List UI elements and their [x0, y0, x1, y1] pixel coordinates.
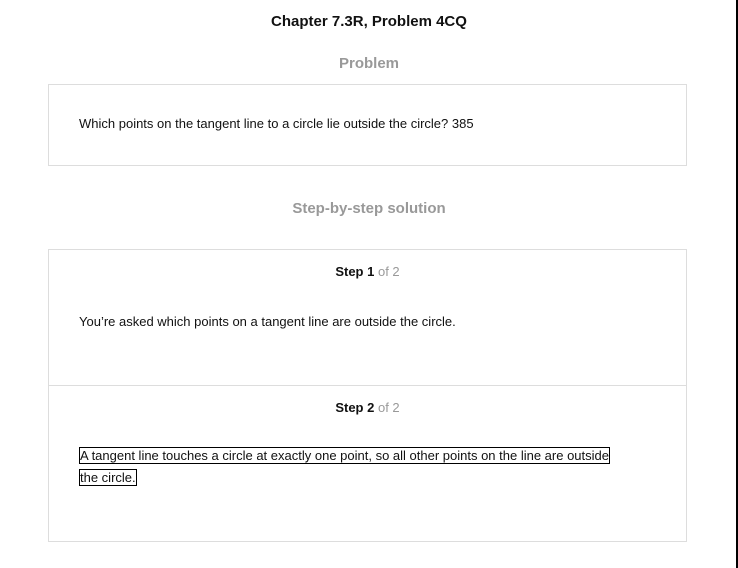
step-label: Step 1: [335, 264, 375, 279]
problem-text: Which points on the tangent line to a ci…: [79, 116, 474, 131]
step-label: Step 2: [335, 400, 375, 415]
step-1-text: You’re asked which points on a tangent l…: [79, 314, 456, 329]
step-count: of 2: [377, 264, 400, 279]
step-2: Step 2 of 2 A tangent line touches a cir…: [49, 386, 686, 542]
problem-box: Which points on the tangent line to a ci…: [48, 84, 687, 166]
step-1: Step 1 of 2 You’re asked which points on…: [49, 250, 686, 386]
page-title: Chapter 7.3R, Problem 4CQ: [271, 13, 467, 30]
step-count: of 2: [377, 400, 400, 415]
step-2-text: A tangent line touches a circle at exact…: [79, 445, 619, 489]
step-1-header: Step 1 of 2: [49, 264, 686, 279]
solution-box: Step 1 of 2 You’re asked which points on…: [48, 249, 687, 542]
highlighted-answer[interactable]: A tangent line touches a circle at exact…: [79, 447, 611, 486]
solution-heading: Step-by-step solution: [292, 200, 446, 217]
problem-heading: Problem: [338, 55, 399, 72]
step-2-header: Step 2 of 2: [49, 400, 686, 415]
